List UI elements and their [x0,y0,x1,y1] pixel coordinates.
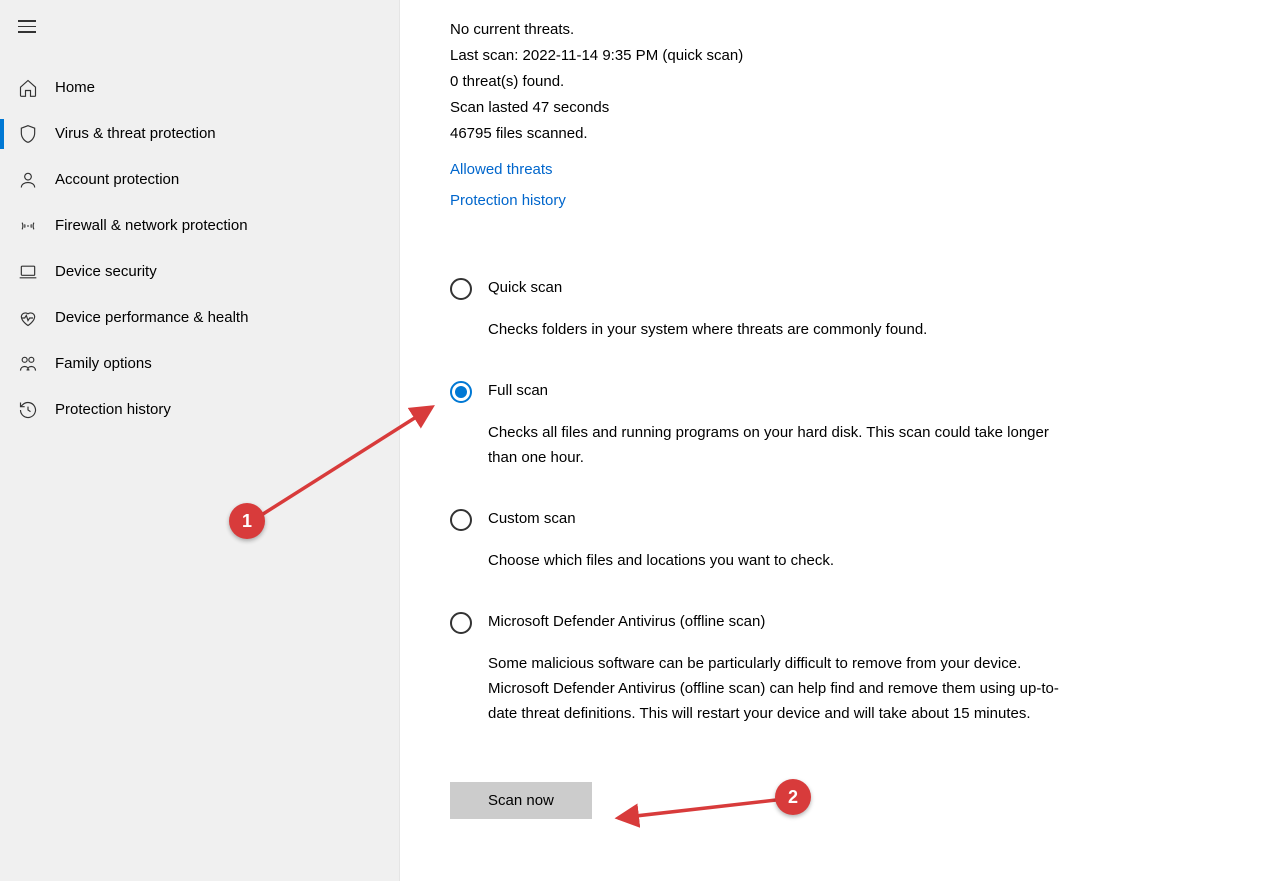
annotation-badge-1: 1 [229,503,265,539]
annotation-arrows [0,0,1269,881]
annotation-badge-2: 2 [775,779,811,815]
